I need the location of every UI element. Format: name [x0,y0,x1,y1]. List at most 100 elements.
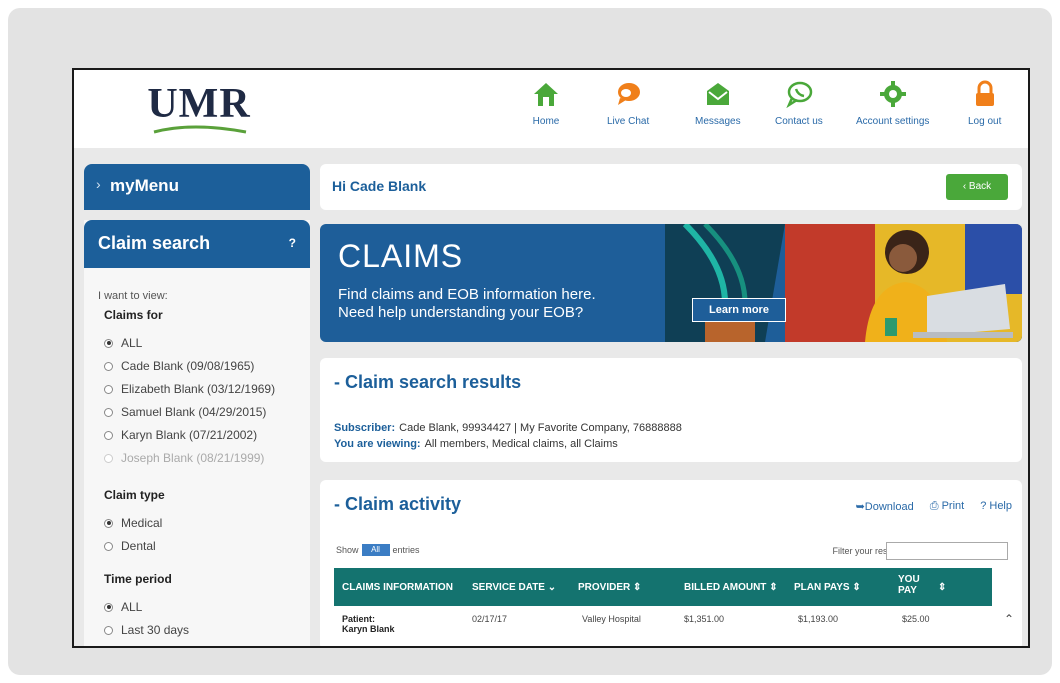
table-row[interactable]: Patient: Karyn Blank 02/17/17 Valley Hos… [334,606,992,646]
print-icon: ⎙ [929,500,942,512]
chat-icon [618,83,641,105]
nav-log-out[interactable]: Log out [968,80,1001,127]
print-link[interactable]: ⎙ Print [930,500,964,513]
claim-activity-card: - Claim activity ➥Download ⎙ Print ? Hel… [320,480,1022,646]
radio-claims-for-cade[interactable]: Cade Blank (09/08/1965) [104,359,254,373]
claims-table-header: CLAIMS INFORMATION SERVICE DATE ⌄ PROVID… [334,568,992,606]
radio-time-period-all[interactable]: ALL [104,600,142,614]
viewing-label: You are viewing: [334,438,421,450]
col-plan-pays[interactable]: PLAN PAYS ⇕ [794,582,861,593]
claim-search-header: Claim search ? [84,220,310,268]
entries-label: entries [392,545,420,555]
subscriber-label: Subscriber: [334,422,396,434]
banner-subtitle: Find claims and EOB information here. Ne… [338,286,658,322]
radio-dot [104,384,113,394]
banner-title: CLAIMS [338,238,464,274]
collapse-icon: - [334,494,345,514]
radio-claims-for-samuel[interactable]: Samuel Blank (04/29/2015) [104,405,266,419]
sort-icon: ⇕ [769,582,778,593]
logo-swoosh-icon [153,125,247,134]
show-label: Show [336,545,359,555]
service-date-cell: 02/17/17 [472,614,508,624]
collapse-icon: - [334,372,345,392]
radio-claims-for-all[interactable]: ALL [104,336,142,350]
radio-label: ALL [121,336,143,350]
chevron-right-icon: › [96,176,101,192]
home-icon [534,83,558,106]
browser-frame: UMR Home Live Chat Messages Contact us A… [72,68,1030,648]
banner-photo [665,224,1022,342]
radio-time-period-30-days[interactable]: Last 30 days [104,623,189,637]
col-label: SERVICE DATE [472,582,545,593]
nav-live-chat[interactable]: Live Chat [607,80,649,127]
greeting-text: Hi Cade Blank [332,178,427,194]
greeting-bar: Hi Cade Blank ‹ Back [320,164,1022,210]
claim-type-heading: Claim type [104,488,165,502]
results-title[interactable]: - Claim search results [334,372,521,393]
activity-title[interactable]: - Claim activity [334,494,461,515]
mymenu-toggle[interactable]: › myMenu [84,164,310,210]
radio-dot [104,407,113,417]
scroll-up-icon[interactable]: ⌃ [1004,612,1014,626]
col-service-date[interactable]: SERVICE DATE ⌄ [472,582,556,593]
sort-icon: ⌄ [547,582,557,593]
results-title-text: Claim search results [345,372,522,392]
col-label: PROVIDER [578,582,631,593]
radio-dot [104,541,113,551]
activity-title-text: Claim activity [345,494,462,514]
col-label: PLAN PAYS [794,582,850,593]
time-period-heading: Time period [104,572,172,586]
sort-icon: ⇕ [852,582,861,593]
radio-claims-for-joseph: Joseph Blank (08/21/1999) [104,451,264,465]
claim-search-title: Claim search [98,233,211,253]
patient-cell: Patient: Karyn Blank [342,614,395,634]
radio-dot [104,430,113,440]
banner-line-1: Find claims and EOB information here. [338,286,596,303]
viewing-value: All members, Medical claims, all Claims [424,438,618,450]
radio-label: Joseph Blank (08/21/1999) [121,451,265,465]
learn-more-button[interactable]: Learn more [692,298,786,322]
nav-messages-label: Messages [695,116,741,127]
claims-for-heading: Claims for [104,308,163,322]
nav-account-settings[interactable]: Account settings [856,80,929,127]
download-link[interactable]: ➥Download [856,500,914,513]
claim-search-results-card: - Claim search results Subscriber: Cade B… [320,358,1022,462]
radio-label: Dental [121,539,156,553]
col-you-pay[interactable]: YOU PAY [898,574,938,596]
logo-text: UMR [147,81,251,127]
radio-label: Samuel Blank (04/29/2015) [121,405,267,419]
nav-messages[interactable]: Messages [695,80,741,127]
billed-cell: $1,351.00 [684,614,725,624]
patient-label: Patient: [342,614,376,624]
phone-bubble-icon [786,81,813,108]
nav-home[interactable]: Home [532,80,560,127]
radio-claims-for-elizabeth[interactable]: Elizabeth Blank (03/12/1969) [104,382,275,396]
download-icon: ➥ [855,501,865,513]
col-provider[interactable]: PROVIDER ⇕ [578,582,641,593]
col-billed-amount[interactable]: BILLED AMOUNT ⇕ [684,582,778,593]
col-label: BILLED AMOUNT [684,582,767,593]
radio-claim-type-medical[interactable]: Medical [104,516,162,530]
nav-contact-us[interactable]: Contact us [775,80,823,127]
provider-cell: Valley Hospital [582,614,641,624]
radio-label: Elizabeth Blank (03/12/1969) [121,382,276,396]
you-pay-cell: $25.00 [902,614,930,624]
back-button[interactable]: ‹ Back [946,174,1008,200]
radio-claims-for-karyn[interactable]: Karyn Blank (07/21/2002) [104,428,257,442]
nav-account-settings-label: Account settings [856,116,930,127]
activity-links: ➥Download ⎙ Print ? Help [856,500,1012,513]
envelope-icon [706,83,729,105]
banner-line-2: Need help understanding your EOB? [338,304,584,321]
help-icon[interactable]: ? [289,236,296,250]
download-label: Download [864,501,914,513]
umr-logo[interactable]: UMR [144,82,254,138]
entries-select[interactable]: All [361,544,390,556]
filter-input[interactable] [886,542,1008,560]
help-link[interactable]: ? Help [980,500,1012,513]
intro-text: I want to view: [98,290,168,302]
col-claims-information[interactable]: CLAIMS INFORMATION [342,582,453,593]
radio-claim-type-dental[interactable]: Dental [104,539,156,553]
help-label: Help [989,500,1012,512]
site-header: UMR Home Live Chat Messages Contact us A… [74,70,1028,148]
print-label: Print [941,500,965,512]
